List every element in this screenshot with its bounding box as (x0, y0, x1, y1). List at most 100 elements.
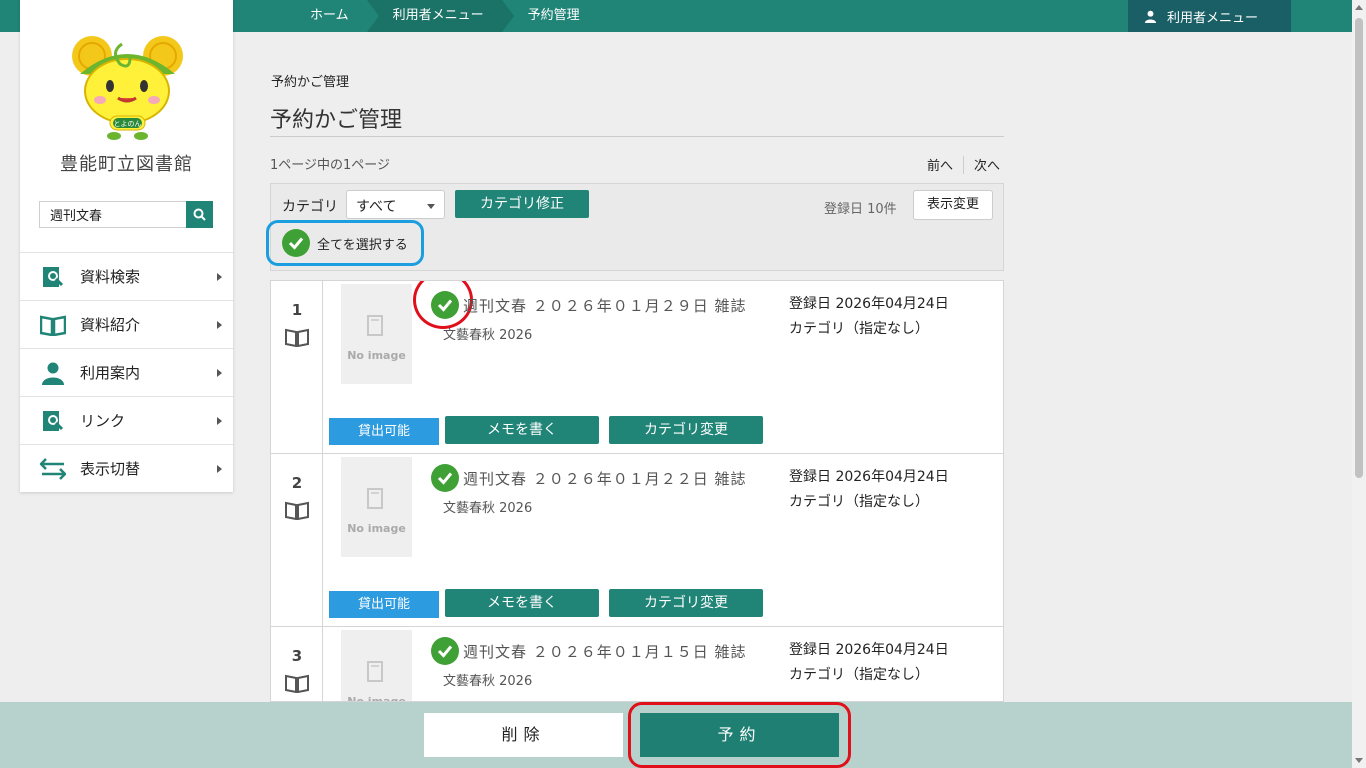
open-book-icon (285, 328, 309, 347)
item-number: 3 (291, 647, 303, 665)
no-image-label: No image (347, 522, 406, 535)
book-search-icon (40, 264, 66, 290)
item-publisher: 文藝春秋 2026 (443, 501, 533, 516)
scrollbar-thumb[interactable] (1355, 18, 1363, 478)
item-number-column: 3 (271, 627, 323, 701)
status-badge: 貸出可能 (329, 591, 439, 618)
item-registered-date: 登録日 2026年04月24日 (789, 296, 949, 312)
filter-panel: カテゴリ すべて カテゴリ修正 登録日 10件 表示変更 全てを選択する (266, 183, 1004, 271)
reservation-list: 1 No image 週刊文春 ２０２６年０１月２９日 雑誌 文藝春秋 2026… (270, 280, 1004, 702)
delete-button[interactable]: 削除 (424, 713, 623, 757)
annotation-red-oval (628, 702, 851, 768)
link-search-icon (40, 408, 66, 434)
page-info: 1ページ中の1ページ (270, 158, 391, 173)
write-memo-button[interactable]: メモを書く (445, 416, 599, 444)
item-registered-date: 登録日 2026年04月24日 (789, 469, 949, 485)
item-title[interactable]: 週刊文春 ２０２６年０１月１５日 雑誌 (463, 641, 747, 662)
chevron-right-icon (217, 273, 222, 281)
user-menu-button[interactable]: 利用者メニュー (1128, 0, 1291, 32)
open-book-icon (40, 312, 66, 338)
list-item: 2 No image 週刊文春 ２０２６年０１月２２日 雑誌 文藝春秋 2026… (271, 454, 1003, 627)
no-image-label: No image (347, 349, 406, 362)
item-check-toggle[interactable] (431, 637, 459, 665)
sidebar-item-usage-guide[interactable]: 利用案内 (20, 348, 233, 396)
category-select-value: すべて (356, 199, 397, 215)
sidebar-nav: 資料検索 資料紹介 利用案内 リンク 表示切替 (20, 252, 233, 492)
sidebar-item-links[interactable]: リンク (20, 396, 233, 444)
library-name: 豊能町立図書館 (60, 154, 193, 175)
item-check-toggle[interactable] (431, 464, 459, 492)
change-category-button[interactable]: カテゴリ変更 (609, 589, 763, 617)
item-number-column: 1 (271, 281, 323, 454)
check-icon (437, 472, 453, 485)
dropdown-arrow-icon (427, 204, 435, 209)
category-select[interactable]: すべて (346, 190, 445, 219)
book-placeholder-icon (367, 488, 383, 509)
open-book-icon (285, 501, 309, 520)
sidebar-item-label: 資料検索 (80, 268, 141, 286)
category-label: カテゴリ (282, 199, 338, 215)
chevron-right-icon (217, 369, 222, 377)
chevron-right-icon (217, 321, 222, 329)
search-input[interactable] (39, 201, 186, 228)
sidebar-item-material-search[interactable]: 資料検索 (20, 252, 233, 300)
pager-divider (963, 155, 965, 174)
sidebar-item-label: リンク (80, 412, 126, 430)
pager: 前へ 次へ (927, 155, 1000, 174)
user-menu-label: 利用者メニュー (1167, 10, 1259, 26)
sidebar: とよのん 豊能町立図書館 資料検索 資料紹介 利用案 (20, 0, 233, 492)
item-category: カテゴリ（指定なし） (789, 321, 929, 337)
no-image-thumbnail[interactable]: No image (341, 630, 412, 702)
page-title: 予約かご管理 (270, 108, 403, 133)
item-category: カテゴリ（指定なし） (789, 667, 929, 683)
breadcrumb-home[interactable]: ホーム (292, 0, 367, 32)
category-fix-button[interactable]: カテゴリ修正 (455, 190, 589, 218)
prev-page-link[interactable]: 前へ (927, 155, 953, 174)
book-placeholder-icon (367, 661, 383, 682)
item-number-column: 2 (271, 454, 323, 627)
item-publisher: 文藝春秋 2026 (443, 328, 533, 343)
list-item: 1 No image 週刊文春 ２０２６年０１月２９日 雑誌 文藝春秋 2026… (271, 281, 1003, 454)
status-badge: 貸出可能 (329, 418, 439, 445)
annotation-blue-oval (266, 220, 424, 266)
scrollbar[interactable] (1352, 0, 1366, 768)
open-book-icon (285, 674, 309, 693)
write-memo-button[interactable]: メモを書く (445, 589, 599, 617)
book-placeholder-icon (367, 315, 383, 336)
check-icon (437, 645, 453, 658)
search-icon (193, 208, 206, 221)
item-publisher: 文藝春秋 2026 (443, 674, 533, 689)
scroll-up-arrow[interactable] (1355, 5, 1363, 10)
no-image-label: No image (347, 695, 406, 702)
breadcrumb-user-menu[interactable]: 利用者メニュー (366, 0, 514, 32)
item-title[interactable]: 週刊文春 ２０２６年０１月２９日 雑誌 (463, 295, 747, 316)
change-category-button[interactable]: カテゴリ変更 (609, 416, 763, 444)
sidebar-item-material-intro[interactable]: 資料紹介 (20, 300, 233, 348)
no-image-thumbnail[interactable]: No image (341, 457, 412, 557)
mascot-badge-text: とよのん (114, 120, 142, 128)
item-title[interactable]: 週刊文春 ２０２６年０１月２２日 雑誌 (463, 468, 747, 489)
scroll-down-arrow[interactable] (1355, 758, 1363, 763)
sidebar-search (39, 201, 213, 228)
item-number: 1 (291, 301, 303, 319)
title-divider (270, 136, 1004, 137)
sort-count: 登録日 10件 (824, 202, 897, 217)
item-category: カテゴリ（指定なし） (789, 494, 929, 510)
search-button[interactable] (186, 201, 213, 228)
chevron-right-icon (217, 417, 222, 425)
sidebar-item-label: 表示切替 (80, 460, 141, 478)
mascot-logo[interactable]: とよのん (70, 34, 185, 142)
swap-arrows-icon (40, 456, 66, 482)
sidebar-item-display-toggle[interactable]: 表示切替 (20, 444, 233, 492)
breadcrumb: ホーム 利用者メニュー 予約管理 (292, 0, 598, 32)
display-change-button[interactable]: 表示変更 (913, 190, 993, 220)
no-image-thumbnail[interactable]: No image (341, 284, 412, 384)
next-page-link[interactable]: 次へ (974, 155, 1000, 174)
item-number: 2 (291, 474, 303, 492)
user-icon (1144, 10, 1157, 23)
list-item: 3 No image 週刊文春 ２０２６年０１月１５日 雑誌 文藝春秋 2026… (271, 627, 1003, 702)
sidebar-item-label: 資料紹介 (80, 316, 141, 334)
breadcrumb-current: 予約管理 (527, 8, 580, 23)
person-icon (40, 360, 66, 386)
action-bar: 削除 予約 (0, 702, 1352, 768)
